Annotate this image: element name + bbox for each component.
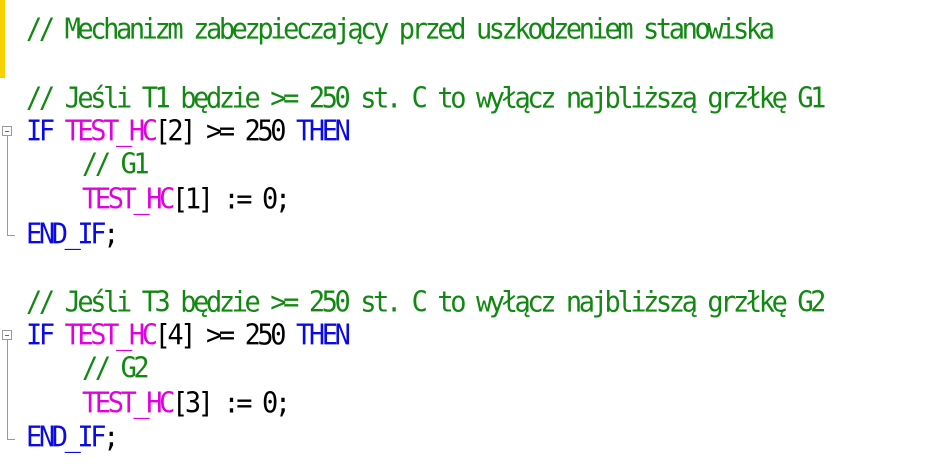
- identifier-test-hc: TEST_HC: [64, 115, 158, 148]
- fold-end-icon: [7, 439, 15, 440]
- fold-collapse-icon[interactable]: [2, 126, 12, 136]
- code-line-if: IF TEST_HC[4] >= 250 THEN: [26, 318, 351, 354]
- code-line-comment: // Jeśli T1 będzie >= 250 st. C to wyłąc…: [26, 82, 826, 115]
- expression-text: [2] >= 250: [154, 115, 287, 148]
- code-line-assignment: TEST_HC[1] := 0;: [82, 182, 291, 218]
- identifier-test-hc: TEST_HC: [64, 319, 158, 352]
- keyword-then: THEN: [296, 115, 351, 148]
- fold-end-icon: [7, 235, 15, 236]
- keyword-end-if: END_IF: [26, 421, 107, 454]
- keyword-if: IF: [26, 115, 55, 148]
- code-line-assignment: TEST_HC[3] := 0;: [82, 386, 291, 422]
- semicolon: ;: [103, 421, 119, 454]
- code-line-comment: // Jeśli T3 będzie >= 250 st. C to wyłąc…: [26, 286, 826, 319]
- fold-guide-line: [7, 136, 8, 235]
- expression-text: [4] >= 250: [154, 319, 287, 352]
- code-line-comment: // G1: [82, 148, 150, 181]
- keyword-if: IF: [26, 319, 55, 352]
- code-line-end-if: END_IF;: [26, 420, 119, 456]
- keyword-end-if: END_IF: [26, 218, 107, 251]
- identifier-test-hc: TEST_HC: [82, 183, 175, 216]
- change-marker: [0, 0, 5, 78]
- code-line-comment: // Mechanizm zabezpieczający przed uszko…: [26, 13, 775, 46]
- keyword-then: THEN: [296, 319, 351, 352]
- semicolon: ;: [103, 218, 119, 251]
- identifier-test-hc: TEST_HC: [82, 387, 175, 420]
- fold-guide-line: [7, 340, 8, 439]
- code-line-end-if: END_IF;: [26, 217, 119, 253]
- code-editor[interactable]: // Mechanizm zabezpieczający przed uszko…: [0, 0, 946, 471]
- code-line-if: IF TEST_HC[2] >= 250 THEN: [26, 114, 351, 150]
- statement-text: [3] := 0;: [172, 387, 291, 420]
- code-line-comment: // G2: [82, 352, 150, 385]
- statement-text: [1] := 0;: [172, 183, 291, 216]
- fold-collapse-icon[interactable]: [2, 330, 12, 340]
